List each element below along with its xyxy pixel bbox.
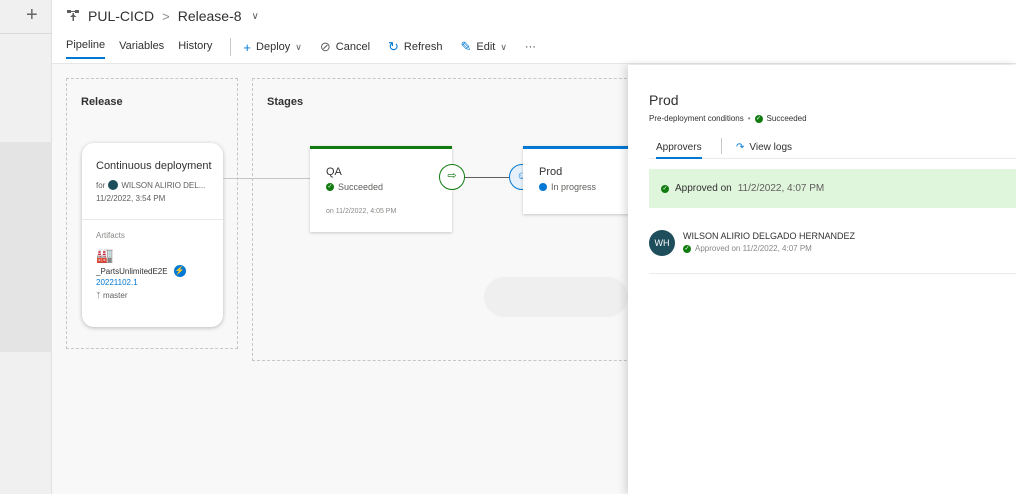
check-icon: ✓	[754, 114, 763, 123]
chevron-down-icon[interactable]: ∨	[252, 11, 259, 22]
external-link-icon: ↷	[736, 142, 745, 153]
banner-text: Approved on	[675, 183, 732, 194]
pencil-icon: ✎	[460, 39, 472, 54]
cancel-icon: ⊘	[319, 39, 331, 54]
artifact-name-text: _PartsUnlimitedE2E	[96, 266, 168, 276]
cd-requested-for: for WILSON ALIRIO DEL...	[96, 180, 205, 190]
check-icon: ✓	[661, 184, 669, 193]
continuous-deployment-card[interactable]: Continuous deployment for WILSON ALIRIO …	[82, 143, 223, 327]
in-progress-icon	[539, 183, 547, 191]
card-divider	[82, 219, 223, 220]
banner-date: 11/2/2022, 4:07 PM	[737, 183, 825, 194]
tab-approvers[interactable]: Approvers	[656, 142, 702, 159]
chevron-down-icon: ∨	[500, 41, 507, 52]
check-icon: ✓	[326, 183, 334, 191]
approver-name: WILSON ALIRIO DELGADO HERNANDEZ	[683, 231, 856, 241]
check-icon: ✓	[683, 244, 691, 253]
stage-status: In progress	[539, 182, 596, 192]
view-logs-label: View logs	[749, 142, 793, 153]
view-logs-link[interactable]: ↷ View logs	[736, 142, 792, 153]
panel-subtitle-status: Succeeded	[766, 114, 807, 123]
left-rail: +	[0, 0, 52, 494]
stage-name: QA	[326, 166, 342, 178]
tab-divider	[721, 138, 722, 154]
tab-history[interactable]: History	[178, 36, 212, 58]
header: PUL-CICD > Release-8 ∨ Pipeline Variable…	[52, 0, 1016, 64]
panel-tabs: Approvers ↷ View logs	[649, 137, 1016, 159]
add-icon[interactable]: +	[26, 5, 38, 25]
cd-for-prefix: for	[96, 180, 106, 190]
background-placeholder	[484, 277, 628, 317]
edit-button[interactable]: ✎ Edit ∨	[460, 39, 506, 55]
stage-date: on 11/2/2022, 4:05 PM	[326, 208, 397, 215]
pipeline-canvas: Release Stages Continuous deployment for…	[52, 65, 652, 494]
lightning-icon: ⚡	[173, 265, 186, 277]
more-button[interactable]: ···	[525, 41, 536, 53]
stage-card-qa[interactable]: QA ✓ Succeeded on 11/2/2022, 4:05 PM	[310, 146, 452, 232]
edit-label: Edit	[476, 41, 496, 53]
approver-status-text: Approved on 11/2/2022, 4:07 PM	[695, 244, 812, 253]
stage-status: ✓ Succeeded	[326, 182, 383, 192]
toolbar: Pipeline Variables History + Deploy ∨ ⊘ …	[66, 35, 554, 59]
build-artifact-icon: 🏭	[96, 247, 114, 263]
cd-date: 11/2/2022, 3:54 PM	[96, 194, 166, 203]
panel-subtitle-text: Pre-deployment conditions	[649, 114, 744, 123]
avatar: WH	[649, 230, 675, 256]
stage-status-text: Succeeded	[338, 182, 384, 192]
cancel-label: Cancel	[335, 41, 371, 53]
stage-status-text: In progress	[551, 182, 597, 192]
tab-variables[interactable]: Variables	[119, 36, 164, 58]
artifact-name: _PartsUnlimitedE2E ⚡	[96, 265, 186, 277]
project-name[interactable]: PUL-CICD	[88, 8, 154, 24]
artifacts-label: Artifacts	[96, 231, 125, 240]
release-section-title: Release	[81, 96, 123, 108]
rail-panel	[0, 142, 52, 352]
refresh-button[interactable]: ↻ Refresh	[388, 39, 442, 55]
build-link[interactable]: 20221102.1	[96, 278, 138, 287]
deploy-button[interactable]: + Deploy ∨	[243, 40, 301, 55]
subtitle-separator: •	[747, 114, 751, 123]
stages-section-title: Stages	[267, 96, 304, 108]
approver-status: ✓ Approved on 11/2/2022, 4:07 PM	[683, 244, 812, 253]
breadcrumb: PUL-CICD > Release-8 ∨	[66, 8, 259, 24]
stage-card-prod[interactable]: Prod In progress	[523, 146, 633, 214]
rail-divider	[0, 33, 52, 34]
panel-subtitle: Pre-deployment conditions • ✓ Succeeded	[649, 114, 807, 123]
plus-icon: +	[243, 39, 252, 55]
branch-icon: ᛉ	[96, 291, 101, 300]
post-deployment-gate-icon[interactable]: ⇨	[439, 164, 465, 190]
cd-user: WILSON ALIRIO DEL...	[121, 180, 206, 190]
deploy-label: Deploy	[256, 41, 291, 53]
cancel-button[interactable]: ⊘ Cancel	[320, 39, 370, 55]
cd-title: Continuous deployment	[96, 160, 212, 172]
approver-row: WH WILSON ALIRIO DELGADO HERNANDEZ ✓ App…	[649, 226, 1016, 274]
tab-pipeline[interactable]: Pipeline	[66, 35, 106, 59]
release-name[interactable]: Release-8	[178, 8, 242, 24]
branch-label: ᛉ master	[96, 291, 128, 300]
toolbar-divider	[230, 38, 232, 56]
avatar	[108, 180, 119, 190]
stage-name: Prod	[539, 166, 563, 178]
refresh-icon: ↻	[388, 39, 399, 54]
connector-line	[223, 178, 310, 179]
branch-name: master	[103, 291, 128, 300]
chevron-down-icon: ∨	[295, 41, 302, 52]
approval-banner: ✓ Approved on 11/2/2022, 4:07 PM	[649, 169, 1016, 208]
connector-line	[465, 177, 509, 178]
prod-details-panel: Prod Pre-deployment conditions • ✓ Succe…	[628, 65, 1016, 494]
refresh-label: Refresh	[403, 41, 443, 53]
breadcrumb-separator: >	[162, 8, 170, 24]
panel-title: Prod	[649, 92, 679, 108]
pipeline-icon	[67, 10, 79, 21]
